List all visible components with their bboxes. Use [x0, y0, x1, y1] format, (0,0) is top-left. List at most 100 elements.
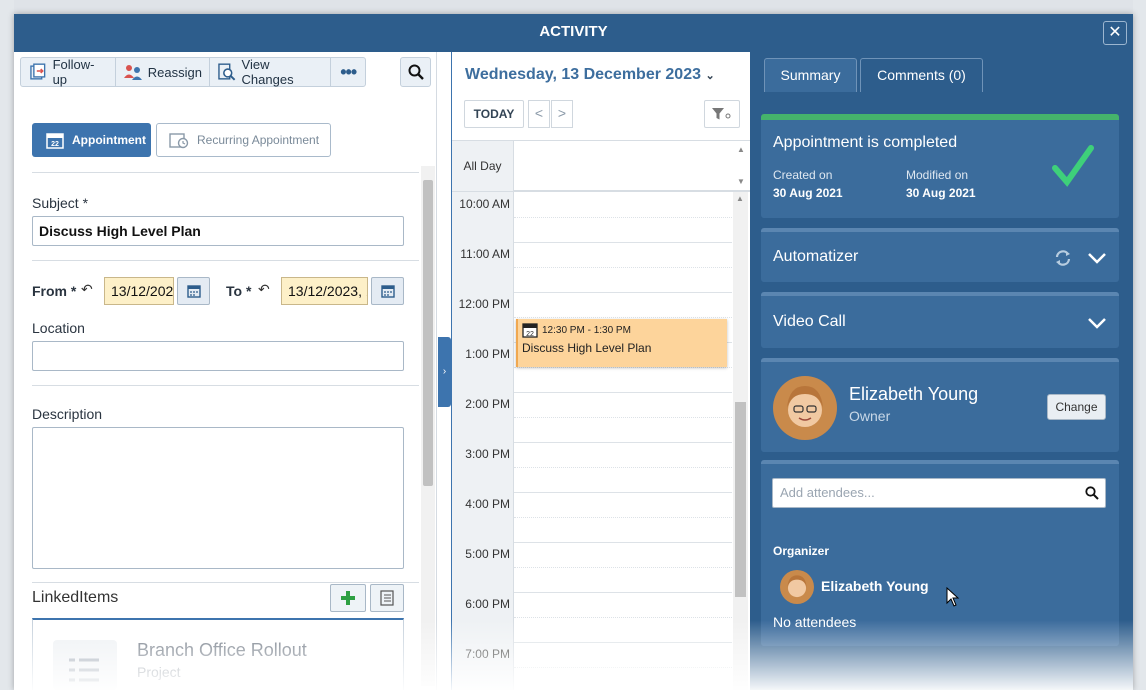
form-scrollbar[interactable] [421, 166, 435, 686]
description-field[interactable] [32, 427, 404, 569]
refresh-icon[interactable] [1053, 249, 1073, 267]
half-hour-line [514, 517, 732, 518]
previous-day-button[interactable]: < [528, 100, 550, 128]
time-column [452, 192, 514, 690]
avatar [780, 570, 814, 604]
video-call-card[interactable]: Video Call [761, 292, 1119, 348]
hour-line [514, 542, 732, 543]
time-label: 10:00 AM [459, 197, 510, 211]
half-hour-line [514, 217, 732, 218]
from-date-field[interactable]: 13/12/2023 [104, 277, 174, 305]
status-title: Appointment is completed [773, 134, 958, 151]
svg-text:22: 22 [51, 141, 59, 148]
to-reset-icon[interactable]: ↶ [258, 281, 270, 298]
time-label: 6:00 PM [465, 597, 510, 611]
calendar-event[interactable]: 22 12:30 PM - 1:30 PM Discuss High Level… [516, 319, 727, 367]
time-label: 1:00 PM [465, 347, 510, 361]
from-label: From * [32, 283, 77, 299]
next-day-button[interactable]: > [551, 100, 573, 128]
to-date-picker-button[interactable] [371, 277, 404, 305]
event-title: Discuss High Level Plan [522, 341, 652, 355]
divider [32, 385, 419, 386]
half-hour-line [514, 367, 732, 368]
follow-up-button[interactable]: Follow-up [21, 57, 116, 87]
appointment-type-button[interactable]: 22 Appointment [32, 123, 151, 157]
recurring-calendar-icon [169, 133, 189, 149]
hour-line [514, 242, 732, 243]
today-button[interactable]: TODAY [464, 100, 524, 128]
from-date-picker-button[interactable] [177, 277, 210, 305]
scroll-up-icon[interactable]: ▲ [736, 194, 744, 203]
search-button[interactable] [400, 57, 431, 87]
recurring-appointment-button[interactable]: Recurring Appointment [156, 123, 331, 157]
chevron-down-icon[interactable] [1087, 317, 1107, 329]
created-label: Created on [773, 168, 833, 182]
scroll-down-icon[interactable]: ▼ [737, 177, 745, 186]
checkmark-icon [1052, 145, 1094, 187]
owner-name: Elizabeth Young [849, 384, 979, 404]
event-time-row: 22 12:30 PM - 1:30 PM [522, 322, 723, 338]
tab-comments[interactable]: Comments (0) [860, 58, 983, 92]
modified-label: Modified on [906, 168, 969, 182]
calendar-scrollbar-thumb[interactable] [735, 402, 746, 597]
time-label: 11:00 AM [460, 247, 510, 261]
subject-label: Subject * [32, 195, 89, 211]
form-scrollbar-thumb[interactable] [423, 180, 433, 486]
calendar-icon: 22 [522, 323, 538, 338]
linked-item-card[interactable]: Branch Office Rollout Project [32, 618, 404, 690]
summary-panel: Summary Comments (0) Appointment is comp… [750, 52, 1133, 690]
all-day-row: All Day ▲ ▼ [452, 140, 751, 192]
add-linked-item-button[interactable] [330, 584, 366, 612]
calendar-filter-button[interactable] [704, 100, 740, 128]
subject-field[interactable]: Discuss High Level Plan [32, 216, 404, 246]
to-date-field[interactable]: 13/12/2023, 1 [281, 277, 368, 305]
background-right-strip [1133, 0, 1146, 690]
time-label: 3:00 PM [465, 447, 510, 461]
linked-item-title: Branch Office Rollout [137, 640, 307, 660]
divider [32, 260, 419, 261]
time-label: 2:00 PM [465, 397, 510, 411]
view-changes-button[interactable]: View Changes [210, 57, 332, 87]
dialog-title: ACTIVITY [14, 14, 1133, 52]
hour-line [514, 392, 732, 393]
hour-line [514, 292, 732, 293]
automatizer-card[interactable]: Automatizer [761, 228, 1119, 282]
calendar-day-grid[interactable]: 10:00 AM 11:00 AM 12:00 PM 1:00 PM 2:00 … [452, 192, 751, 690]
linked-items-list-button[interactable] [370, 584, 404, 612]
more-options-button[interactable]: ••• [331, 58, 365, 86]
status-card: Appointment is completed Created on 30 A… [761, 114, 1119, 218]
close-button[interactable]: ✕ [1103, 21, 1127, 45]
location-field[interactable] [32, 341, 404, 371]
from-reset-icon[interactable]: ↶ [81, 281, 93, 298]
to-label: To * [226, 283, 252, 299]
collapse-panel-handle[interactable]: › [438, 337, 451, 407]
calendar-panel: Wednesday, 13 December 2023 ⌄ TODAY < > … [451, 52, 751, 690]
half-hour-line [514, 617, 732, 618]
background-window-strip [0, 0, 1146, 14]
hour-line [514, 492, 732, 493]
activity-dialog: ACTIVITY ✕ Follow-up Reassign View Chang… [14, 14, 1133, 690]
calendar-icon [186, 285, 201, 298]
linked-item-type: Project [137, 664, 181, 680]
view-changes-icon [218, 63, 236, 81]
calendar-scrollbar[interactable]: ▲ [733, 192, 748, 690]
all-day-label: All Day [452, 141, 514, 191]
add-attendees-input[interactable]: Add attendees... [772, 478, 1106, 508]
change-owner-button[interactable]: Change [1047, 394, 1106, 420]
created-value: 30 Aug 2021 [773, 186, 843, 200]
tab-summary[interactable]: Summary [764, 58, 857, 92]
list-icon [380, 590, 394, 606]
filter-icon [712, 108, 731, 120]
calendar-date-header[interactable]: Wednesday, 13 December 2023 ⌄ [465, 66, 715, 84]
half-hour-line [514, 267, 732, 268]
no-attendees-text: No attendees [773, 614, 857, 630]
plus-icon [341, 591, 355, 605]
reassign-button[interactable]: Reassign [116, 58, 210, 86]
scroll-up-icon[interactable]: ▲ [737, 145, 745, 154]
time-label: 5:00 PM [465, 547, 510, 561]
mouse-cursor-icon [946, 587, 960, 607]
search-icon[interactable] [1085, 486, 1099, 500]
project-icon [53, 640, 117, 690]
chevron-down-icon[interactable] [1087, 252, 1107, 264]
automatizer-label: Automatizer [773, 248, 859, 265]
